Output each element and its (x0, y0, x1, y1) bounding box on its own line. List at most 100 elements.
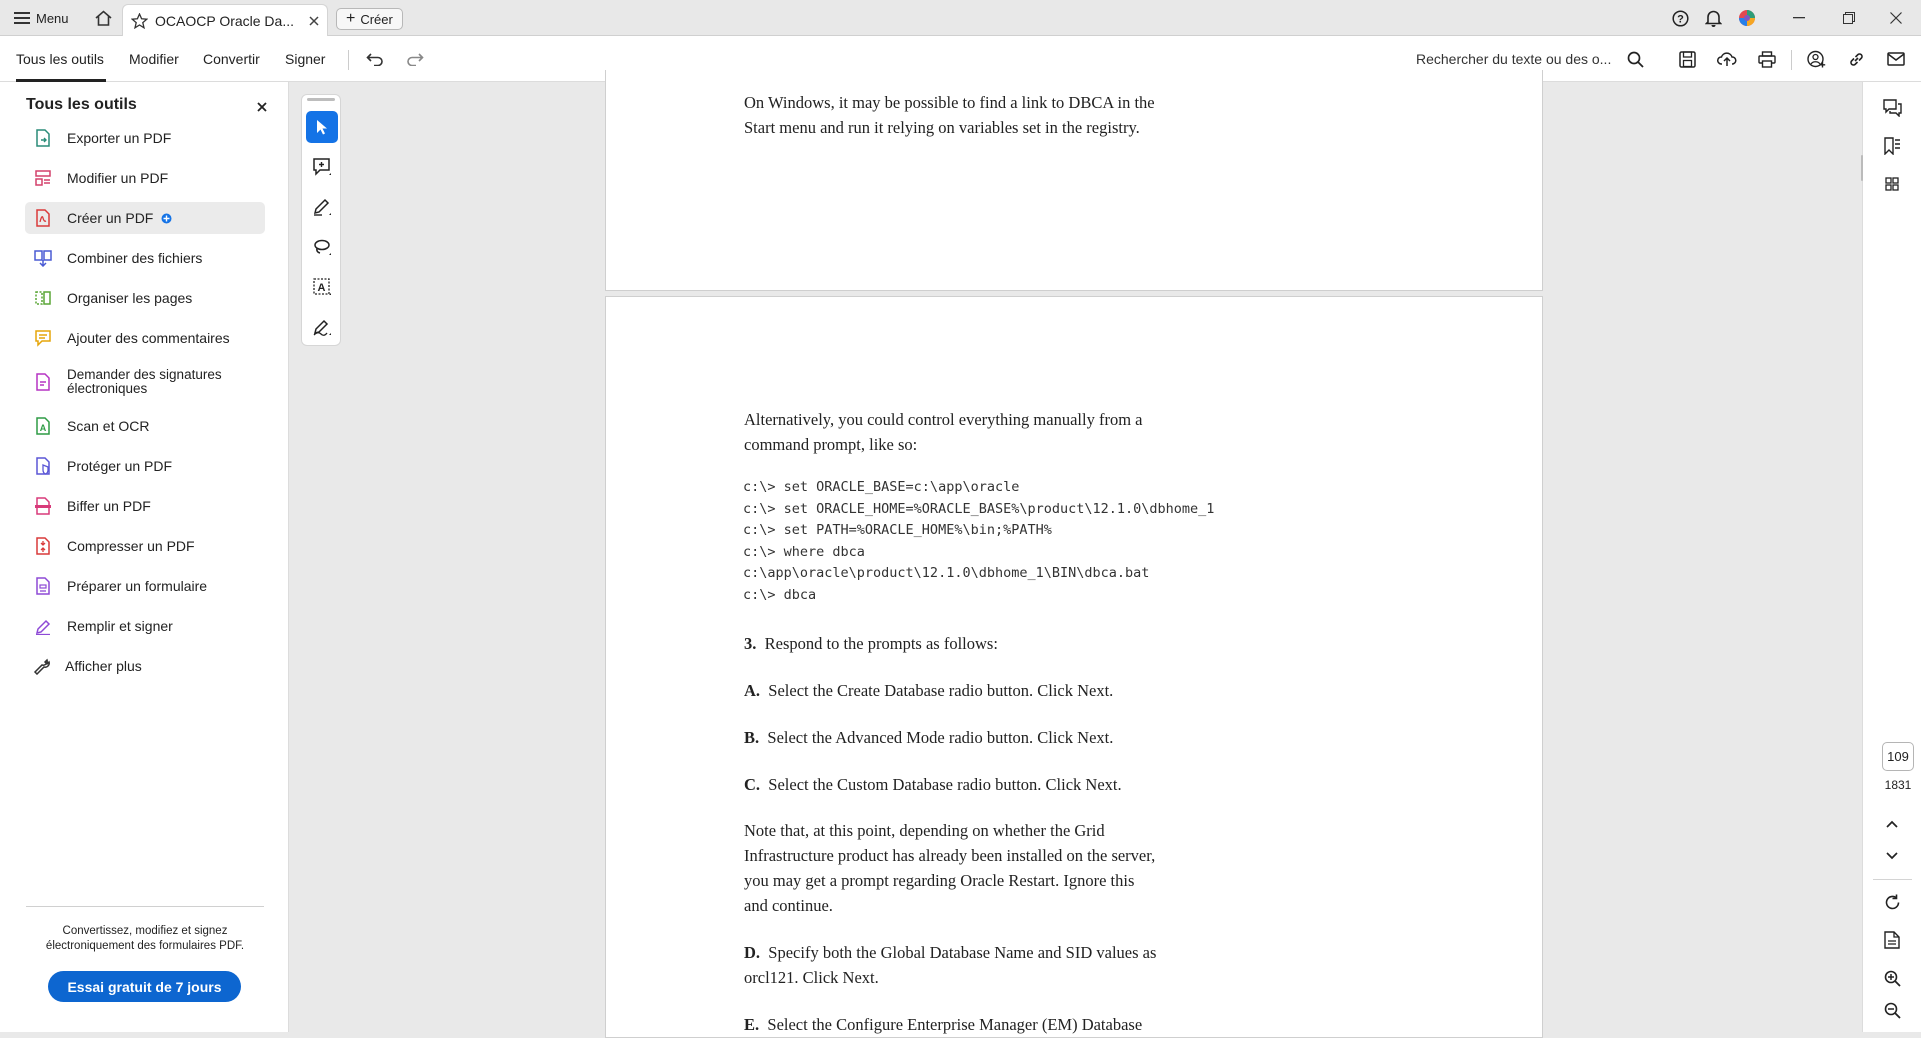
scrollbar-thumb[interactable] (1861, 155, 1863, 181)
minimize-button[interactable] (1776, 0, 1822, 36)
tool-item-label: Modifier un PDF (67, 170, 169, 186)
tool-item-export-pdf[interactable]: Exporter un PDF (25, 122, 265, 154)
text-box-icon: A (312, 277, 332, 297)
paragraph-windows-dbca: On Windows, it may be possible to find a… (744, 93, 1155, 137)
page-display-button[interactable] (1880, 928, 1904, 952)
sign-tool-button[interactable] (306, 311, 338, 343)
tool-item-organize-pages[interactable]: Organiser les pages (25, 282, 265, 314)
tool-item-scan-ocr[interactable]: A Scan et OCR (25, 410, 265, 442)
tool-item-label: Protéger un PDF (67, 458, 173, 474)
tool-item-combine-files[interactable]: Combiner des fichiers (25, 242, 265, 274)
svg-text:A: A (40, 423, 47, 433)
create-button[interactable]: + Créer (336, 8, 403, 30)
bookmarks-pane-button[interactable] (1880, 134, 1904, 158)
notifications-button[interactable] (1705, 0, 1722, 36)
print-button[interactable] (1755, 47, 1779, 71)
signature-pen-icon (312, 317, 332, 337)
tool-item-fill-sign[interactable]: Remplir et signer (25, 610, 265, 642)
close-tab-icon[interactable] (309, 15, 319, 26)
tool-item-edit-pdf[interactable]: Modifier un PDF (25, 162, 265, 194)
home-button[interactable] (92, 0, 114, 36)
panel-divider (26, 906, 264, 907)
comments-pane-button[interactable] (1880, 96, 1904, 120)
toolbar-divider (1791, 50, 1792, 70)
add-user-icon (1806, 50, 1826, 68)
export-pdf-icon (33, 128, 53, 148)
organize-pages-icon (33, 288, 53, 308)
tool-item-comment[interactable]: Ajouter des commentaires (25, 322, 265, 354)
tool-item-redact-pdf[interactable]: Biffer un PDF (25, 490, 265, 522)
email-button[interactable] (1884, 47, 1908, 71)
menu-label: Menu (36, 10, 69, 26)
select-tool-button[interactable] (306, 111, 338, 143)
search-button[interactable] (1623, 47, 1647, 71)
panel-title: Tous les outils (26, 96, 137, 113)
restore-icon (1843, 12, 1855, 24)
next-page-button[interactable] (1880, 844, 1904, 868)
document-page-icon (1884, 931, 1900, 949)
tab-sign[interactable]: Signer (285, 36, 325, 82)
save-button[interactable] (1675, 47, 1699, 71)
add-comment-icon (312, 157, 332, 177)
tool-item-label: Scan et OCR (67, 418, 150, 434)
free-trial-button[interactable]: Essai gratuit de 7 jours (48, 971, 241, 1002)
rotate-button[interactable] (1880, 890, 1904, 914)
tab-edit[interactable]: Modifier (129, 36, 179, 82)
star-icon[interactable] (131, 12, 148, 29)
tool-item-compress-pdf[interactable]: Compresser un PDF (25, 530, 265, 562)
new-badge-icon (161, 213, 172, 224)
share-user-button[interactable] (1804, 47, 1828, 71)
annotation-toolstrip: A (301, 94, 341, 346)
tool-item-label: Combiner des fichiers (67, 250, 203, 266)
tool-item-label: Créer un PDF (67, 210, 154, 226)
undo-button[interactable] (363, 47, 387, 71)
step-number: E. (744, 1015, 760, 1034)
tool-item-request-signature[interactable]: Demander des signatures électroniques (25, 362, 265, 402)
draw-tool-button[interactable] (306, 231, 338, 263)
step-number: B. (744, 728, 760, 747)
previous-page-button[interactable] (1880, 812, 1904, 836)
redo-button[interactable] (403, 47, 427, 71)
thumbnails-pane-button[interactable] (1880, 172, 1904, 196)
step-number: C. (744, 775, 761, 794)
pen-icon (312, 197, 332, 217)
comments-icon (1882, 99, 1902, 117)
restore-button[interactable] (1826, 0, 1872, 36)
highlight-tool-button[interactable] (306, 191, 338, 223)
tool-item-wrench[interactable]: Afficher plus (25, 650, 265, 682)
text-tool-button[interactable]: A (306, 271, 338, 303)
printer-icon (1758, 50, 1776, 68)
combine-files-icon (33, 248, 53, 268)
account-button[interactable] (1738, 0, 1756, 36)
zoom-out-button[interactable] (1880, 998, 1904, 1022)
help-button[interactable]: ? (1672, 0, 1689, 36)
upload-cloud-button[interactable] (1715, 47, 1739, 71)
redact-pdf-icon (33, 496, 53, 516)
bookmark-icon (1883, 137, 1901, 155)
page-number-input[interactable]: 109 (1882, 742, 1914, 771)
tab-convert[interactable]: Convertir (203, 36, 260, 82)
zoom-in-button[interactable] (1880, 966, 1904, 990)
tool-item-prepare-form[interactable]: Préparer un formulaire (25, 570, 265, 602)
comment-tool-button[interactable] (306, 151, 338, 183)
menu-button[interactable]: Menu (14, 0, 69, 36)
close-icon (1890, 12, 1902, 24)
tab-all-tools[interactable]: Tous les outils (16, 36, 104, 82)
tool-item-label: Préparer un formulaire (67, 578, 208, 594)
zoom-out-icon (1884, 1002, 1901, 1019)
close-window-button[interactable] (1873, 0, 1919, 36)
close-icon (257, 102, 267, 112)
close-panel-button[interactable] (254, 99, 270, 115)
svg-text:A: A (318, 282, 326, 294)
wrench-icon (31, 656, 51, 676)
link-button[interactable] (1844, 47, 1868, 71)
document-tab[interactable]: OCAOCP Oracle Da... (122, 4, 328, 36)
tool-item-protect-pdf[interactable]: Protéger un PDF (25, 450, 265, 482)
rail-divider (1873, 879, 1912, 880)
tool-item-create-pdf[interactable]: Créer un PDF (25, 202, 265, 234)
drag-handle[interactable] (307, 98, 335, 101)
step-number: 3. (744, 634, 757, 653)
step-text: Respond to the prompts as follows: (764, 634, 998, 653)
cloud-upload-icon (1717, 51, 1737, 67)
prepare-form-icon (33, 576, 53, 596)
